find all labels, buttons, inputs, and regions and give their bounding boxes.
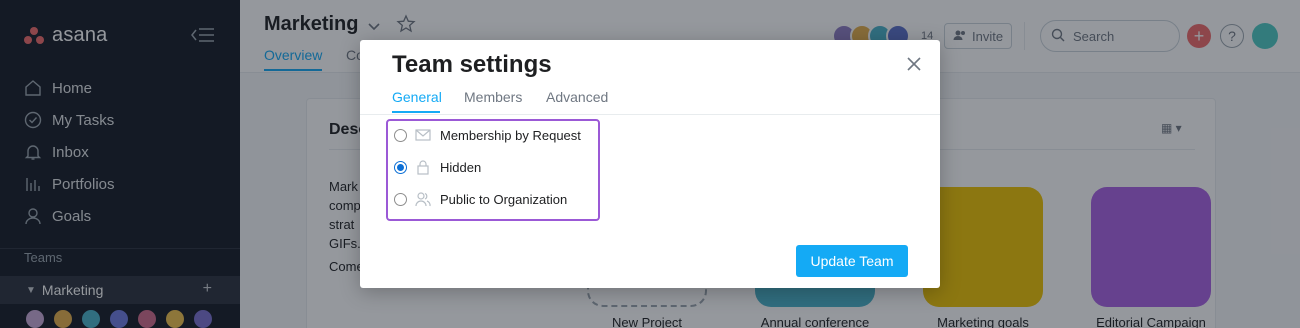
radio-membership-by-request[interactable]: [394, 128, 407, 142]
tab-general[interactable]: General: [392, 89, 442, 105]
option-membership-by-request[interactable]: Membership by Request: [394, 125, 581, 145]
dialog-divider: [360, 114, 940, 115]
option-label: Hidden: [440, 159, 482, 175]
option-public-to-organization[interactable]: Public to Organization: [394, 189, 567, 209]
option-label: Membership by Request: [440, 127, 581, 143]
close-icon[interactable]: [906, 56, 922, 72]
tab-members[interactable]: Members: [464, 89, 522, 105]
envelope-icon: [415, 127, 431, 143]
update-team-button[interactable]: Update Team: [796, 245, 908, 277]
dialog-title: Team settings: [392, 51, 552, 78]
option-hidden[interactable]: Hidden: [394, 157, 481, 177]
radio-hidden[interactable]: [394, 160, 407, 174]
tab-advanced[interactable]: Advanced: [546, 89, 608, 105]
lock-icon: [415, 159, 431, 175]
radio-public-to-organization[interactable]: [394, 192, 407, 206]
privacy-options-group: Membership by Request Hidden Public to O…: [386, 119, 600, 221]
team-settings-dialog: Team settings General Members Advanced M…: [360, 40, 940, 288]
people-icon: [415, 191, 431, 207]
active-tab-indicator: [392, 111, 440, 113]
option-label: Public to Organization: [440, 191, 568, 207]
